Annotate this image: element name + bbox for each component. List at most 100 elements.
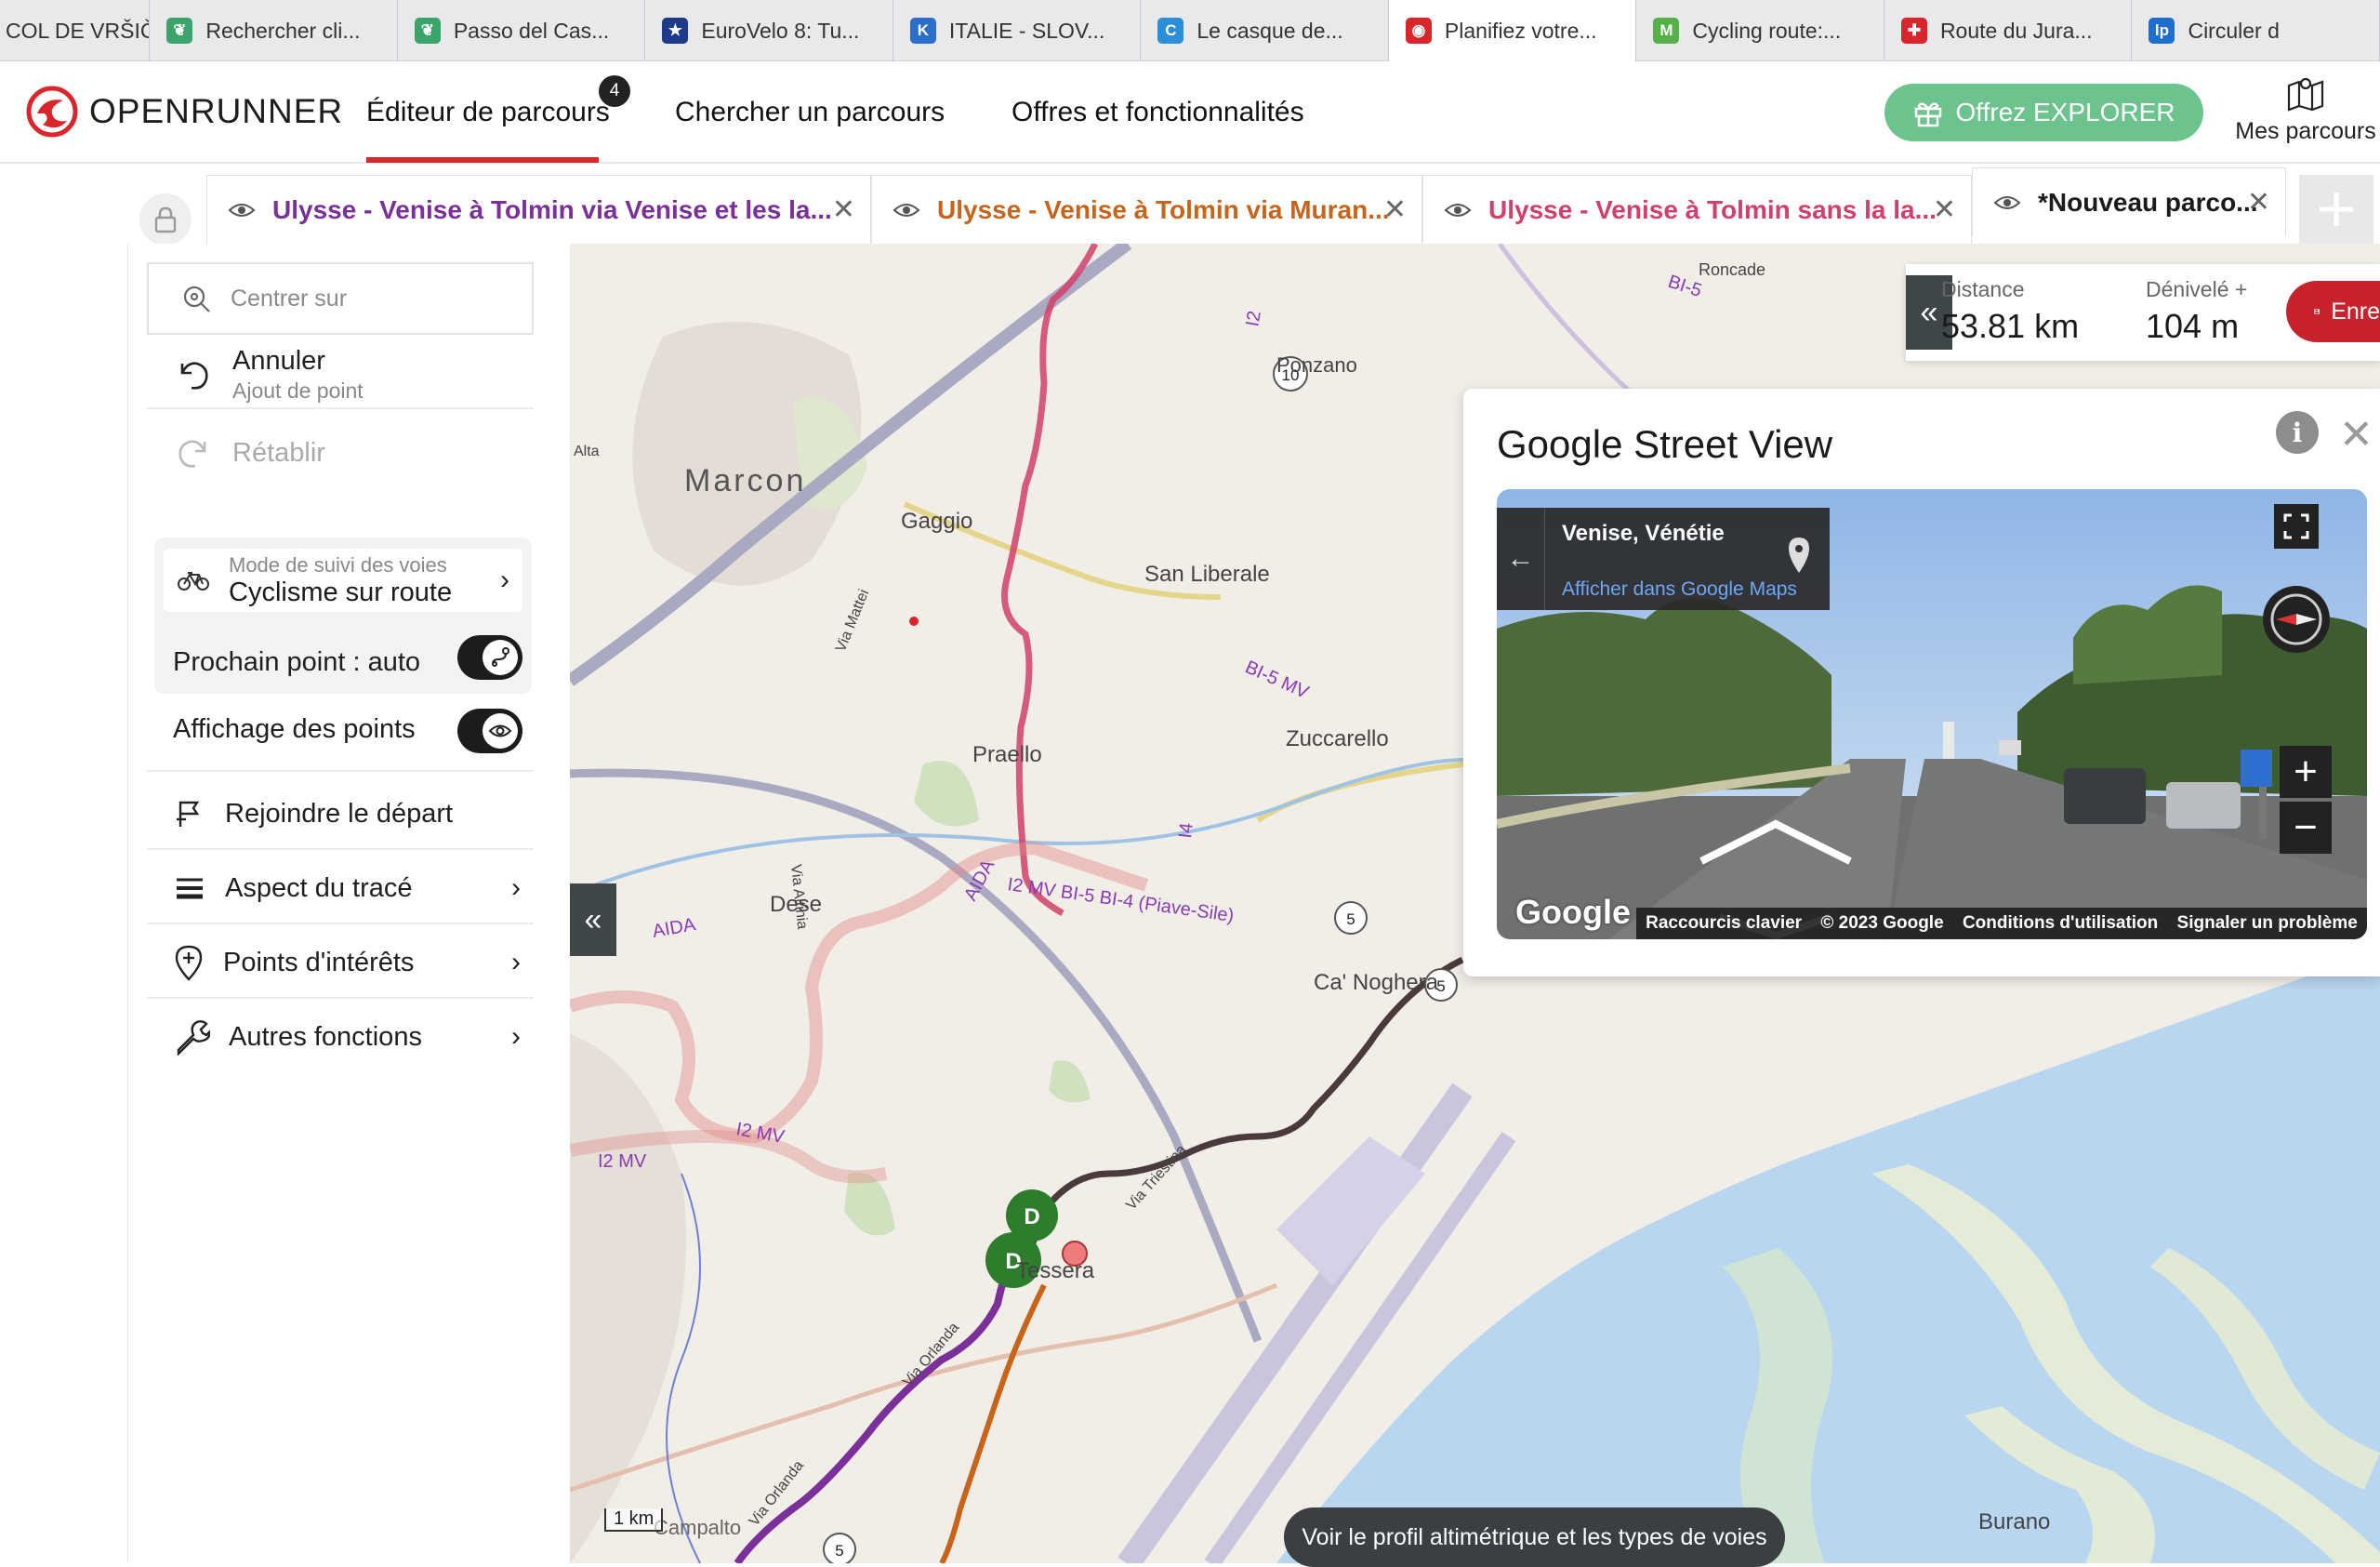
map-scale-bar: 1 km — [604, 1508, 664, 1532]
add-route-tab-button[interactable] — [2299, 175, 2373, 244]
nav-route-editor[interactable]: Éditeur de parcours — [366, 97, 610, 128]
browser-tab[interactable]: ❦ Passo del Cas... — [398, 0, 646, 61]
route-tab[interactable]: Ulysse - Venise à Tolmin via Muran... ✕ — [871, 175, 1422, 244]
elevation-gain-value: 104 m — [2146, 307, 2240, 345]
close-icon[interactable]: ✕ — [832, 193, 855, 226]
points-of-interest-button[interactable]: Points d'intérêts › — [147, 928, 534, 997]
browser-tab[interactable]: K ITALIE - SLOV... — [893, 0, 1142, 61]
route-label: I4 — [1175, 822, 1197, 840]
place-label: Burano — [1978, 1509, 2050, 1534]
routing-mode-selector[interactable]: Mode de suivi des voies Cyclisme sur rou… — [164, 549, 522, 612]
nav-search-routes[interactable]: Chercher un parcours — [675, 97, 945, 128]
divider — [147, 848, 534, 850]
close-icon[interactable]: ✕ — [2339, 411, 2373, 458]
distance-value: 53.81 km — [1941, 307, 2080, 345]
next-point-label: Prochain point : auto — [173, 647, 421, 677]
routing-mode-value: Cyclisme sur route — [229, 577, 453, 607]
show-points-label: Affichage des points — [173, 714, 416, 744]
rejoin-start-button[interactable]: Rejoindre le départ — [147, 779, 534, 848]
double-chevron-left-icon: « — [584, 901, 602, 937]
other-functions-button[interactable]: Autres fonctions › — [147, 1003, 534, 1071]
browser-tab[interactable]: lp Circuler d — [2132, 0, 2380, 61]
place-label: Marcon — [684, 463, 806, 498]
place-label: Tessera — [1016, 1258, 1095, 1283]
fullscreen-button[interactable] — [2274, 504, 2319, 549]
save-route-button[interactable]: Enre — [2286, 281, 2380, 342]
nav-offers[interactable]: Offres et fonctionnalités — [1012, 97, 1304, 128]
save-icon — [2314, 309, 2320, 314]
google-logo: Google — [1515, 893, 1631, 931]
route-tab-title: Ulysse - Venise à Tolmin sans la la... — [1488, 194, 1937, 224]
trace-appearance-button[interactable]: Aspect du tracé › — [147, 854, 534, 923]
zoom-in-button[interactable]: + — [2280, 746, 2332, 798]
eye-icon[interactable] — [892, 201, 920, 219]
copyright-text: © 2023 Google — [1820, 913, 1944, 933]
app-header: OPENRUNNER Éditeur de parcours 4 Cherche… — [0, 61, 2380, 164]
map-scale-label: 1 km — [614, 1508, 654, 1529]
undo-button[interactable]: Annuler Ajout de point — [147, 342, 534, 407]
map-pin-icon — [1789, 538, 1809, 573]
eye-icon[interactable] — [1444, 201, 1472, 219]
routing-mode-label: Mode de suivi des voies — [229, 552, 447, 577]
route-tab[interactable]: Ulysse - Venise à Tolmin via Venise et l… — [206, 175, 871, 244]
chevron-right-icon: › — [500, 564, 509, 595]
open-in-google-maps-link[interactable]: Afficher dans Google Maps — [1562, 578, 1797, 601]
report-problem-link[interactable]: Signaler un problème — [2177, 913, 2358, 934]
save-route-label: Enre — [2331, 298, 2380, 325]
eye-icon[interactable] — [1993, 193, 2021, 212]
offer-explorer-button[interactable]: Offrez EXPLORER — [1884, 84, 2203, 141]
redo-label: Rétablir — [232, 437, 325, 468]
browser-tab-strip: COL DE VRŠIČ... ❦ Rechercher cli... ❦ Passo … — [0, 0, 2380, 61]
browser-tab[interactable]: ◉ Planifiez votre... — [1388, 0, 1637, 61]
browser-tab[interactable]: C Le casque de... — [1141, 0, 1389, 61]
browser-tab[interactable]: COL DE VRŠIČ... — [0, 0, 151, 61]
road-shield: 5 — [823, 1533, 856, 1563]
info-icon[interactable]: i — [2276, 411, 2319, 454]
browser-tab-title: Cycling route:... — [1692, 18, 1842, 43]
compass-button[interactable] — [2263, 586, 2330, 653]
arrow-left-icon[interactable]: ← — [1497, 508, 1545, 610]
terms-link[interactable]: Conditions d'utilisation — [1963, 913, 2158, 934]
eye-icon — [483, 713, 518, 749]
close-icon[interactable]: ✕ — [1933, 193, 1956, 226]
elevation-profile-button[interactable]: Voir le profil altimétrique et les types… — [1284, 1507, 1785, 1567]
browser-tab[interactable]: ❦ Rechercher cli... — [150, 0, 398, 61]
road-shield: 5 — [1334, 901, 1368, 935]
poi-dot[interactable] — [909, 617, 919, 626]
browser-tab-title: Circuler d — [2188, 18, 2280, 43]
bicycle-icon — [178, 572, 209, 591]
next-point-toggle[interactable] — [457, 635, 522, 680]
editor-side-panel: Centrer sur Annuler Ajout de point Rétabl… — [127, 244, 570, 1563]
keyboard-shortcuts-link[interactable]: Raccourcis clavier — [1646, 913, 1802, 934]
place-label: Praello — [972, 742, 1042, 767]
map-folded-icon — [2287, 77, 2324, 112]
leaf-icon: ❦ — [414, 18, 441, 44]
close-icon[interactable]: ✕ — [1383, 193, 1407, 226]
elevation-gain-label: Dénivelé + — [2146, 277, 2248, 301]
logo-text: OPENRUNNER — [89, 92, 344, 130]
route-tab[interactable]: Ulysse - Venise à Tolmin sans la la... ✕ — [1422, 175, 1972, 244]
center-on-search-input[interactable]: Centrer sur — [147, 262, 534, 335]
zoom-out-button[interactable]: − — [2280, 802, 2332, 854]
route-tab-title: Ulysse - Venise à Tolmin via Muran... — [937, 194, 1390, 224]
place-label: Alta — [574, 444, 600, 459]
close-icon[interactable]: ✕ — [2247, 186, 2270, 219]
browser-tab[interactable]: ★ EuroVelo 8: Tu... — [645, 0, 893, 61]
route-tab[interactable]: *Nouveau parco... ✕ — [1972, 167, 2286, 236]
lines-icon — [177, 878, 203, 899]
show-points-toggle[interactable] — [457, 709, 522, 753]
eye-icon[interactable] — [228, 201, 256, 219]
place-label: Ca' Noghera — [1314, 970, 1439, 995]
browser-tab[interactable]: ✚ Route du Jura... — [1884, 0, 2133, 61]
trace-appearance-label: Aspect du tracé — [225, 872, 413, 903]
place-label: Campalto — [654, 1516, 741, 1539]
routing-mode-box: Mode de suivi des voies Cyclisme sur rou… — [154, 538, 532, 694]
my-routes-button[interactable]: Mes parcours — [2231, 74, 2380, 145]
c-icon: C — [1157, 18, 1184, 44]
openrunner-logo[interactable]: OPENRUNNER — [26, 86, 343, 138]
route-stats-panel: « Distance 53.81 km Dénivelé + 104 m Enr… — [1906, 264, 2380, 361]
redo-button[interactable]: Rétablir — [147, 420, 534, 485]
street-view-image[interactable]: ← Venise, Vénétie Afficher dans Google M… — [1497, 489, 2367, 939]
collapse-side-panel-button[interactable]: « — [570, 883, 616, 956]
browser-tab[interactable]: M Cycling route:... — [1636, 0, 1884, 61]
